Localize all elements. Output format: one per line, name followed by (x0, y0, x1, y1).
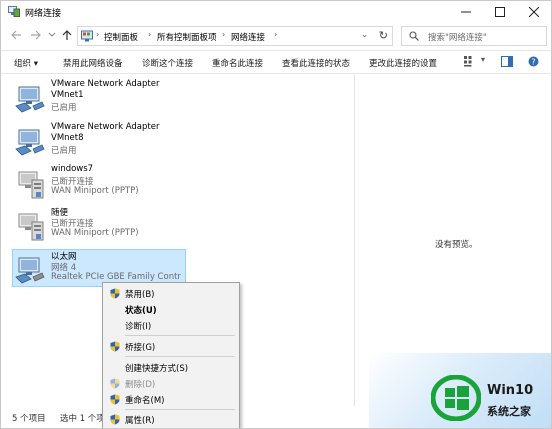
minimize-button[interactable] (449, 1, 483, 23)
maximize-icon (495, 7, 505, 17)
breadcrumb-separator-icon: › (222, 30, 226, 39)
menu-item-properties[interactable]: 属性(R) (103, 411, 239, 427)
menu-separator (125, 409, 235, 410)
connection-name: VMware Network Adapter (51, 79, 160, 89)
up-arrow-icon (62, 29, 72, 40)
breadcrumb-separator-icon: › (148, 30, 152, 39)
menu-item-create-shortcut[interactable]: 创建快捷方式(S) (103, 359, 239, 375)
connection-item-windows7[interactable]: windows7 已断开连接 WAN Miniport (PPTP) (13, 164, 191, 202)
watermark-brand: Win10 (487, 383, 534, 398)
diagnose-connection-button[interactable]: 诊断这个连接 (142, 57, 193, 69)
menu-item-label: 状态(U) (125, 306, 157, 316)
connection-status: 已启用 (51, 146, 77, 156)
menu-item-label: 创建快捷方式(S) (125, 364, 189, 374)
title-bar: 网络连接 (1, 1, 551, 23)
refresh-icon[interactable]: ↻ (379, 29, 388, 42)
disable-device-button[interactable]: 禁用此网络设备 (63, 57, 123, 69)
network-adapter-icon (15, 129, 45, 156)
menu-item-rename[interactable]: 重命名(M) (103, 391, 239, 407)
context-menu: 禁用(B) 状态(U) 诊断(I) 桥接(G) 创建快捷方式(S) 删除(D) … (102, 282, 240, 428)
breadcrumb-separator-icon: › (274, 30, 278, 39)
watermark-site: 系统之家 (487, 405, 531, 418)
win10-logo-icon (431, 375, 481, 421)
menu-item-label: 删除(D) (125, 380, 156, 390)
connection-item-suibian[interactable]: 随便 已断开连接 WAN Miniport (PPTP) (13, 206, 191, 244)
menu-item-status[interactable]: 状态(U) (103, 301, 239, 317)
breadcrumb-separator-icon: › (96, 30, 100, 39)
connection-item-vmnet8[interactable]: VMware Network Adapter VMnet8 已启用 (13, 122, 191, 160)
shield-icon (110, 378, 120, 389)
no-preview-text: 没有预览。 (435, 240, 478, 250)
address-bar[interactable]: › 控制面板 › 所有控制面板项 › 网络连接 › ⌄ ↻ (77, 26, 393, 46)
preview-pane-icon[interactable] (501, 56, 513, 70)
network-adapter-icon (15, 86, 45, 113)
address-dropdown-icon[interactable]: ⌄ (361, 30, 368, 39)
up-button[interactable] (60, 28, 74, 42)
svg-text:?: ? (531, 58, 535, 67)
search-icon (409, 31, 419, 41)
maximize-button[interactable] (483, 1, 517, 23)
minimize-icon (461, 11, 471, 13)
menu-separator (125, 356, 235, 357)
organize-menu-button[interactable]: 组织 ▾ (14, 57, 38, 69)
menu-separator (125, 335, 235, 336)
view-options-chevron-icon[interactable]: ▾ (481, 55, 485, 64)
connection-device: Realtek PCIe GBE Family Contr (51, 272, 181, 282)
menu-item-label: 诊断(I) (125, 322, 152, 332)
breadcrumb-all-items[interactable]: 所有控制面板项 (157, 31, 217, 43)
connection-device: WAN Miniport (PPTP) (51, 186, 139, 196)
close-button[interactable] (517, 1, 551, 23)
site-watermark: Win10 系统之家 (369, 353, 551, 428)
search-box[interactable]: 搜索"网络连接" (401, 26, 547, 46)
menu-item-label: 桥接(G) (125, 343, 156, 353)
shield-icon (110, 341, 120, 352)
menu-item-label: 禁用(B) (125, 290, 155, 300)
connection-name: VMware Network Adapter (51, 122, 160, 132)
connection-name: windows7 (51, 164, 94, 174)
menu-item-label: 属性(R) (125, 416, 155, 426)
explorer-window: 网络连接 › 控制面板 › 所有控制面板项 › 网络连接 › ⌄ ↻ 搜索"网络… (0, 0, 552, 429)
network-connections-icon (8, 6, 20, 17)
recent-locations-button[interactable] (45, 28, 59, 42)
menu-item-disable[interactable]: 禁用(B) (103, 285, 239, 301)
item-count: 5 个项目 (12, 414, 46, 424)
close-icon (529, 7, 539, 17)
connection-device: WAN Miniport (PPTP) (51, 228, 139, 238)
menu-item-delete[interactable]: 删除(D) (103, 375, 239, 391)
change-view-icon[interactable] (464, 56, 476, 70)
back-button[interactable] (9, 28, 23, 42)
connection-status: 已启用 (51, 103, 77, 113)
connection-network: VMnet8 (51, 133, 84, 143)
breadcrumb-control-panel[interactable]: 控制面板 (104, 31, 138, 43)
menu-item-bridge[interactable]: 桥接(G) (103, 338, 239, 354)
forward-button[interactable] (28, 28, 42, 42)
shield-icon (110, 394, 120, 405)
change-settings-button[interactable]: 更改此连接的设置 (369, 57, 437, 69)
help-icon[interactable]: ? (528, 56, 539, 70)
shield-icon (110, 288, 120, 299)
selected-count: 选中 1 个项 (60, 414, 105, 424)
connection-item-vmnet1[interactable]: VMware Network Adapter VMnet1 已启用 (13, 79, 191, 117)
menu-item-label: 重命名(M) (125, 396, 165, 406)
shield-icon (110, 414, 120, 425)
address-row: › 控制面板 › 所有控制面板项 › 网络连接 › ⌄ ↻ 搜索"网络连接" (1, 23, 551, 49)
rename-connection-button[interactable]: 重命名此连接 (212, 57, 263, 69)
window-title: 网络连接 (25, 9, 62, 19)
view-status-button[interactable]: 查看此连接的状态 (282, 57, 350, 69)
vpn-connection-icon (18, 171, 44, 199)
forward-arrow-icon (30, 30, 41, 40)
chevron-down-icon (48, 32, 56, 37)
search-placeholder: 搜索"网络连接" (428, 33, 487, 43)
control-panel-icon (81, 30, 93, 42)
menu-item-diagnose[interactable]: 诊断(I) (103, 317, 239, 333)
vpn-connection-icon (18, 213, 44, 241)
connection-network: VMnet1 (51, 90, 84, 100)
command-bar: 组织 ▾ 禁用此网络设备 诊断这个连接 重命名此连接 查看此连接的状态 更改此连… (1, 50, 551, 74)
network-adapter-icon (15, 257, 45, 284)
breadcrumb-network-connections[interactable]: 网络连接 (231, 31, 265, 43)
back-arrow-icon (10, 30, 21, 40)
